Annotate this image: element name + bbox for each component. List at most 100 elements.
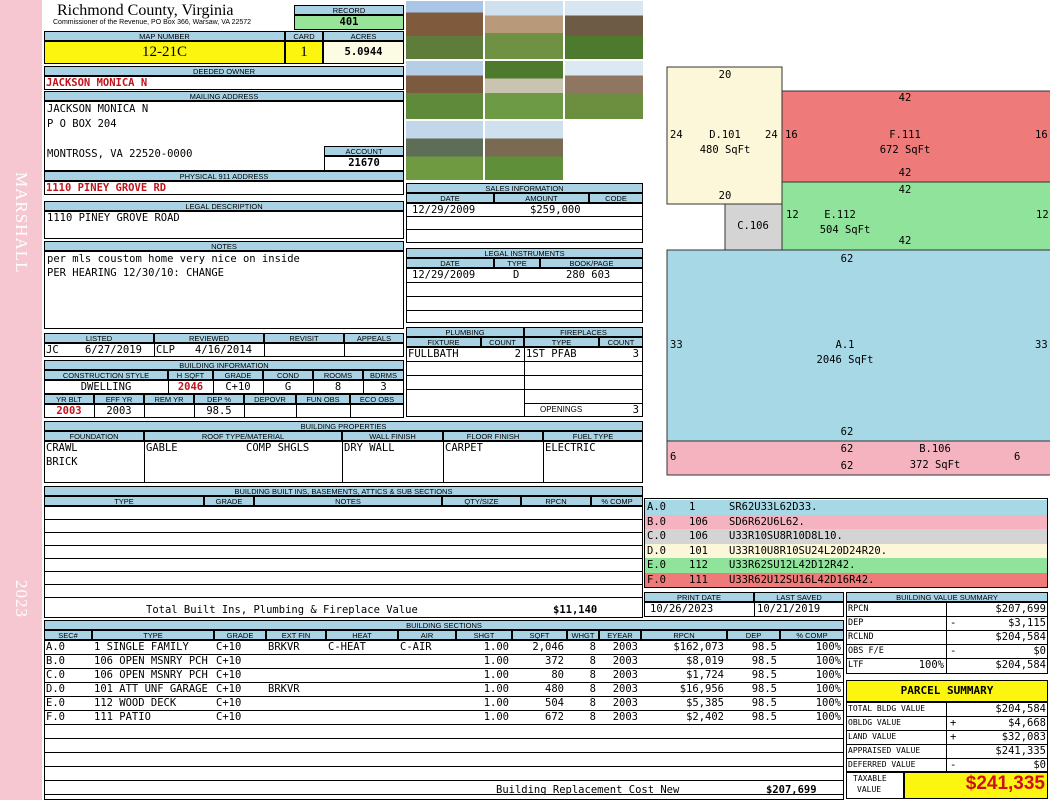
mailing-line-1: JACKSON MONICA N bbox=[47, 103, 149, 115]
bp-h3: FLOOR FINISH bbox=[443, 431, 543, 441]
print-date: 10/26/2023 bbox=[650, 603, 714, 615]
record-header: RECORD bbox=[294, 5, 404, 15]
section-col-header: DEP bbox=[727, 630, 780, 640]
bi2-h2: REM YR bbox=[144, 394, 194, 404]
vector-row: E.0 112 U33R62SU12L42D12R42. bbox=[645, 558, 1047, 573]
reviewed-by: CLP bbox=[156, 344, 175, 356]
obldg-value: $4,668 bbox=[1008, 717, 1046, 729]
listed-header: LISTED bbox=[44, 333, 154, 343]
mailing-line-2: P O BOX 204 bbox=[47, 118, 117, 130]
section-cell: $1,724 bbox=[686, 669, 724, 681]
section-cell: $162,073 bbox=[673, 641, 724, 653]
vector-code: 112 bbox=[689, 559, 708, 571]
section-col-header: AIR bbox=[398, 630, 456, 640]
account-header: ACCOUNT bbox=[324, 146, 404, 156]
section-cell: BRKVR bbox=[268, 683, 300, 695]
revisit-header: REVISIT bbox=[264, 333, 344, 343]
section-cell: A.0 bbox=[46, 641, 65, 653]
section-cell: 8 bbox=[589, 711, 596, 723]
building-sections-header: BUILDING SECTIONS bbox=[44, 620, 844, 630]
section-cell: 8 bbox=[589, 669, 596, 681]
rclnd-label: RCLND bbox=[848, 632, 874, 642]
pl-h1: COUNT bbox=[481, 337, 524, 347]
floor-finish: CARPET bbox=[445, 442, 483, 454]
bp-h4: FUEL TYPE bbox=[543, 431, 643, 441]
sale-amount: $259,000 bbox=[530, 204, 581, 216]
b-label: B.106 bbox=[919, 443, 951, 455]
vector-code: 106 bbox=[689, 515, 708, 528]
roof-material: COMP SHGLS bbox=[246, 442, 310, 454]
last-saved-header: LAST SAVED bbox=[754, 592, 844, 602]
fp-h1: COUNT bbox=[599, 337, 643, 347]
vector-row: D.0 101 U33R10U8R10SU24L20D24R20. bbox=[645, 543, 1047, 558]
openings-label: OPENINGS bbox=[540, 405, 583, 414]
d-bottom-dim: 20 bbox=[718, 190, 732, 202]
vector-code: 101 bbox=[689, 544, 708, 557]
fireplaces-header: FIREPLACES bbox=[524, 327, 643, 337]
section-cell: 98.5 bbox=[751, 683, 777, 695]
section-cell: C+10 bbox=[216, 697, 242, 709]
instrument-type: D bbox=[513, 269, 520, 281]
deferred-label: DEFERRED VALUE bbox=[848, 760, 916, 769]
sales-header: SALES INFORMATION bbox=[406, 183, 643, 193]
section-cell: 100% bbox=[815, 641, 841, 653]
account-number: 21670 bbox=[324, 156, 404, 171]
obs-value: $0 bbox=[1033, 645, 1046, 657]
property-photo-6 bbox=[564, 60, 644, 120]
section-cell: 480 bbox=[545, 683, 564, 695]
heated-sqft: 2046 bbox=[177, 381, 204, 393]
section-cell: $2,402 bbox=[686, 711, 724, 723]
vector-code: 106 bbox=[689, 530, 708, 542]
d-top-dim: 20 bbox=[718, 69, 732, 81]
bi-h0: CONSTRUCTION STYLE bbox=[44, 370, 168, 380]
property-photo-1 bbox=[405, 0, 484, 60]
rpcn-value: $207,699 bbox=[995, 603, 1046, 615]
section-cell: 100% bbox=[815, 683, 841, 695]
land-label: LAND VALUE bbox=[848, 732, 897, 741]
dep-value: $3,115 bbox=[1008, 617, 1046, 629]
rclnd-value: $204,584 bbox=[995, 631, 1046, 643]
section-cell: $16,956 bbox=[679, 683, 724, 695]
section-cell: $8,019 bbox=[686, 655, 724, 667]
b-top-dim: 62 bbox=[840, 443, 854, 455]
deeded-owner: JACKSON MONICA N bbox=[46, 77, 148, 89]
section-cell: 111 PATIO bbox=[94, 711, 151, 723]
section-col-header: EYEAR bbox=[599, 630, 641, 640]
section-col-header: HEAT bbox=[326, 630, 398, 640]
vector-path: U33R62U12SU16L42D16R42. bbox=[729, 573, 875, 586]
e-left-dim: 12 bbox=[786, 209, 799, 221]
f-bottom-dim: 42 bbox=[898, 167, 912, 179]
bt-h2: NOTES bbox=[254, 496, 442, 506]
section-cell: D.0 bbox=[46, 683, 65, 695]
property-photo-4 bbox=[405, 60, 484, 120]
section-cell: 8 bbox=[589, 655, 596, 667]
wall-finish: DRY WALL bbox=[344, 442, 395, 454]
a-top-dim: 62 bbox=[840, 253, 854, 265]
notes-line-2: PER HEARING 12/30/10: CHANGE bbox=[47, 267, 225, 279]
e-right-dim: 12 bbox=[1036, 209, 1049, 221]
fp-h0: TYPE bbox=[524, 337, 599, 347]
section-cell: 100% bbox=[815, 669, 841, 681]
section-col-header: GRADE bbox=[214, 630, 266, 640]
e-top-dim: 42 bbox=[898, 184, 912, 196]
section-cell: 672 bbox=[545, 711, 564, 723]
obs-label: OBS F/E bbox=[848, 646, 884, 656]
notes-line-1: per mls coustom home very nice on inside bbox=[47, 253, 300, 265]
vector-path: U33R62SU12L42D12R42. bbox=[729, 559, 856, 571]
fuel-type: ELECTRIC bbox=[545, 442, 596, 454]
bi2-h3: DEP % bbox=[194, 394, 244, 404]
vector-sec: F.0 bbox=[647, 573, 666, 586]
grade: C+10 bbox=[225, 381, 251, 393]
section-cell: $5,385 bbox=[686, 697, 724, 709]
ltf-pct: 100% bbox=[918, 659, 944, 671]
builtins-total-label: Total Built Ins, Plumbing & Fireplace Va… bbox=[146, 604, 418, 616]
section-cell: 1 SINGLE FAMILY bbox=[94, 641, 189, 653]
fireplace-type: 1ST PFAB bbox=[526, 348, 577, 360]
condition: G bbox=[284, 381, 292, 393]
section-cell: 8 bbox=[589, 641, 596, 653]
section-cell: 98.5 bbox=[751, 641, 777, 653]
acres-value: 5.0944 bbox=[323, 41, 404, 64]
notes-header: NOTES bbox=[44, 241, 404, 251]
plumbing-count: 2 bbox=[514, 348, 521, 360]
legal-instruments-header: LEGAL INSTRUMENTS bbox=[406, 248, 643, 258]
